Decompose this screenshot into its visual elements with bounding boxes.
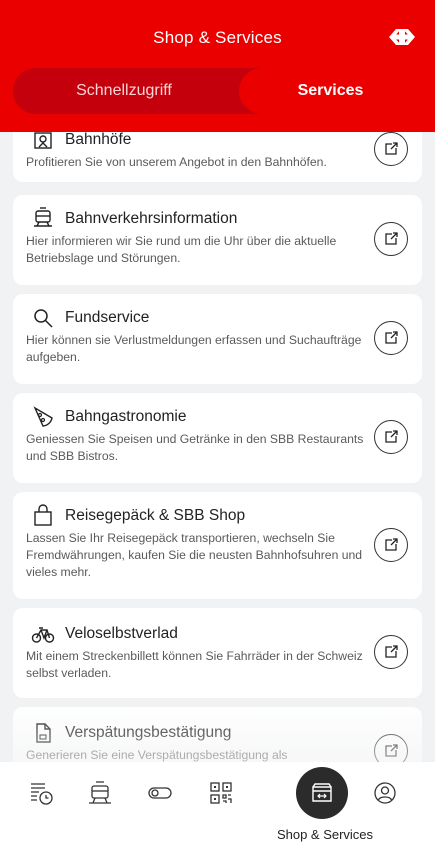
tab-schnellzugriff[interactable]: Schnellzugriff bbox=[13, 68, 235, 114]
nav-active-label: Shop & Services bbox=[276, 827, 374, 842]
nav-shop-services[interactable] bbox=[296, 767, 348, 819]
tab-services[interactable]: Services bbox=[239, 68, 422, 114]
card-reisegepaeck-shop[interactable]: Reisegepäck & SBB Shop Lassen Sie Ihr Re… bbox=[13, 492, 422, 599]
external-link-icon bbox=[385, 430, 398, 443]
document-icon bbox=[36, 723, 51, 743]
card-description: Profitieren Sie von unserem Angebot in d… bbox=[26, 155, 327, 169]
pizza-icon bbox=[33, 406, 53, 427]
shop-services-icon bbox=[312, 783, 332, 802]
timetable-icon[interactable] bbox=[27, 778, 57, 808]
card-title: Verspätungsbestätigung bbox=[65, 724, 232, 741]
external-link-icon bbox=[385, 538, 398, 551]
card-title: Veloselbstverlad bbox=[65, 625, 178, 642]
external-link-button[interactable] bbox=[374, 528, 408, 562]
card-title: Reisegepäck & SBB Shop bbox=[65, 507, 246, 524]
card-description: Geniessen Sie Speisen und Getränke in de… bbox=[26, 432, 364, 463]
bicycle-icon bbox=[31, 627, 55, 643]
card-fundservice[interactable]: Fundservice Hier können sie Verlustmeldu… bbox=[13, 294, 422, 384]
external-link-button[interactable] bbox=[374, 420, 408, 454]
card-description: Hier können sie Verlustmeldungen erfasse… bbox=[26, 333, 362, 364]
card-description: Hier informieren wir Sie rund um die Uhr… bbox=[26, 234, 337, 265]
train-info-icon bbox=[34, 207, 52, 227]
card-bahngastronomie[interactable]: Bahngastronomie Geniessen Sie Speisen un… bbox=[13, 393, 422, 483]
toggle-icon[interactable] bbox=[145, 778, 175, 808]
external-link-icon bbox=[385, 744, 398, 757]
card-bahnverkehrsinformation[interactable]: Bahnverkehrsinformation Hier informieren… bbox=[13, 195, 422, 285]
card-title: Bahngastronomie bbox=[65, 408, 187, 425]
external-link-button[interactable] bbox=[374, 635, 408, 669]
shopping-bag-icon bbox=[34, 504, 52, 526]
card-title: Bahnhöfe bbox=[65, 131, 132, 148]
external-link-icon bbox=[385, 645, 398, 658]
external-link-button[interactable] bbox=[374, 321, 408, 355]
card-description: Mit einem Streckenbillett können Sie Fah… bbox=[26, 649, 363, 680]
card-title: Fundservice bbox=[65, 309, 150, 326]
external-link-button[interactable] bbox=[374, 132, 408, 166]
external-link-icon bbox=[385, 142, 398, 155]
qr-code-icon[interactable] bbox=[206, 778, 236, 808]
profile-icon[interactable] bbox=[370, 778, 400, 808]
external-link-icon bbox=[385, 232, 398, 245]
train-icon[interactable] bbox=[85, 778, 115, 808]
segmented-control: Schnellzugriff Services bbox=[13, 68, 422, 114]
bottom-nav: Shop & Services bbox=[0, 762, 435, 845]
card-title: Bahnverkehrsinformation bbox=[65, 210, 238, 227]
search-icon bbox=[34, 309, 53, 328]
station-icon bbox=[34, 132, 52, 149]
page-title: Shop & Services bbox=[153, 28, 282, 47]
header: Shop & Services Schnellzugriff Services bbox=[0, 0, 435, 132]
external-link-icon bbox=[385, 331, 398, 344]
card-description: Lassen Sie Ihr Reisegepäck transportiere… bbox=[26, 531, 363, 579]
external-link-button[interactable] bbox=[374, 222, 408, 256]
sbb-logo-icon[interactable] bbox=[387, 26, 417, 48]
card-veloselbstverlad[interactable]: Veloselbstverlad Mit einem Streckenbille… bbox=[13, 608, 422, 698]
